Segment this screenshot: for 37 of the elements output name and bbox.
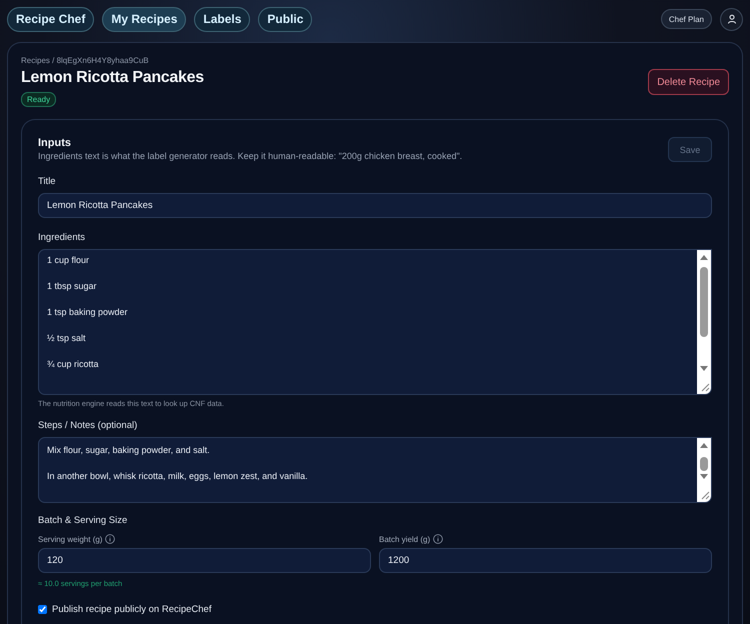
step-line: In another bowl, whisk ricotta, milk, eggs, lemon zest, and vanilla.	[47, 471, 309, 482]
checkbox-label: Publish recipe publicly on RecipeChef	[52, 604, 212, 615]
steps-field[interactable]: Mix flour, sugar, baking powder, and salt. In another bowl, whisk ricotta, milk, eggs, lemon zest, and vanilla.	[38, 437, 712, 503]
nav-tab[interactable]: Labels	[194, 6, 250, 32]
breadcrumb: Recipes / 8lqEgXn6H4Y8yhaa9CuB	[21, 56, 150, 65]
delete-button[interactable]: Delete Recipe	[648, 69, 729, 95]
info-icon[interactable]	[433, 534, 444, 544]
nav-tab[interactable]: My Recipes	[102, 6, 186, 32]
section-description: Ingredients text is what the label generator reads. Keep it human-readable: "200g chicken breast, cooked".	[38, 151, 462, 161]
nav-tab[interactable]: Public	[258, 6, 312, 32]
ingredient-line: 1 cup flour	[47, 255, 90, 266]
ingredients-field[interactable]: 1 cup flour 1 tbsp sugar 1 tsp baking powder ½ tsp salt ¾ cup ricotta	[38, 249, 712, 395]
scrollbar[interactable]	[697, 438, 711, 502]
section-heading: Inputs	[38, 137, 72, 149]
serving-weight-field[interactable]: 120	[38, 548, 371, 573]
ingredient-line: 1 tbsp sugar	[47, 281, 98, 292]
section-label: Batch & Serving Size	[38, 515, 128, 526]
recipe-title: Lemon Ricotta Pancakes	[21, 69, 204, 87]
title-field[interactable]: Lemon Ricotta Pancakes	[38, 193, 712, 218]
user-icon	[726, 14, 736, 24]
field-label: Batch yield (g)	[379, 534, 430, 544]
ingredient-line: ½ tsp salt	[47, 333, 87, 344]
field-label: Steps / Notes (optional)	[38, 420, 138, 431]
publish-checkbox[interactable]	[38, 605, 47, 614]
info-icon[interactable]	[105, 534, 116, 544]
status-badge: Ready	[21, 92, 56, 107]
batch-yield-field[interactable]: 1200	[379, 548, 712, 573]
nav-tab[interactable]: Recipe Chef	[7, 6, 94, 32]
field-label: Ingredients	[38, 232, 86, 243]
ingredient-line: ¾ cup ricotta	[47, 359, 100, 370]
field-label: Serving weight (g)	[38, 534, 102, 544]
user-button[interactable]	[720, 8, 743, 30]
plan-badge: Chef Plan	[660, 9, 712, 29]
ingredient-line: 1 tsp baking powder	[47, 307, 129, 318]
field-label: Title	[38, 176, 57, 187]
scrollbar[interactable]	[697, 250, 711, 394]
step-line: Mix flour, sugar, baking powder, and salt.	[47, 445, 211, 456]
